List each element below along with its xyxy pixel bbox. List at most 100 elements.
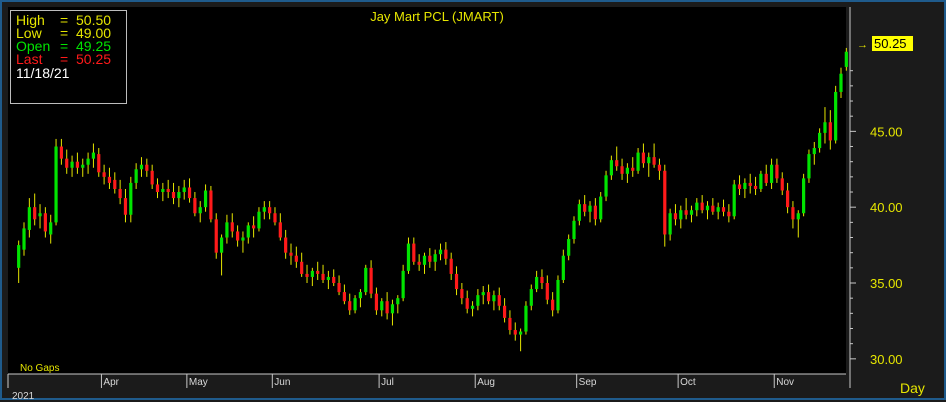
candle-body bbox=[796, 213, 800, 220]
y-tick-label: 35.00 bbox=[870, 276, 903, 291]
candle-body bbox=[422, 255, 427, 265]
candle-body bbox=[107, 176, 112, 183]
candle-body bbox=[785, 190, 790, 208]
candle-body bbox=[145, 164, 149, 171]
candle-body bbox=[599, 196, 603, 220]
candle-body bbox=[369, 267, 373, 294]
x-axis-ticks: Apr May Jun Jul Aug Sep Oct Nov bbox=[100, 374, 794, 388]
candle-body bbox=[49, 222, 53, 235]
candle-body bbox=[262, 207, 266, 212]
candle-body bbox=[839, 73, 843, 92]
candle-body bbox=[663, 170, 667, 235]
candle-body bbox=[284, 237, 288, 253]
candle-body bbox=[406, 243, 411, 271]
x-tick-label: May bbox=[189, 377, 208, 388]
candle-body bbox=[193, 198, 197, 214]
candle-body bbox=[465, 298, 469, 309]
candle-body bbox=[332, 276, 336, 284]
candle-body bbox=[769, 164, 774, 183]
candle-body bbox=[326, 276, 330, 280]
candle-body bbox=[454, 273, 459, 290]
candle bbox=[759, 170, 763, 193]
candle bbox=[802, 173, 806, 217]
info-last-value: 50.25 bbox=[76, 51, 112, 67]
candle-body bbox=[166, 188, 170, 193]
candle bbox=[834, 85, 838, 144]
candle-body bbox=[86, 158, 90, 165]
candle-body bbox=[401, 270, 405, 299]
candle-body bbox=[807, 154, 811, 179]
candle-body bbox=[348, 301, 352, 311]
candle-body bbox=[470, 305, 475, 309]
candle-body bbox=[129, 182, 133, 215]
candle bbox=[599, 192, 603, 223]
candle-body bbox=[700, 202, 704, 211]
candle-body bbox=[81, 164, 85, 168]
x-tick-label: Nov bbox=[776, 377, 794, 388]
candle-body bbox=[615, 160, 619, 167]
candle-body bbox=[828, 122, 832, 141]
candle-body bbox=[753, 185, 758, 189]
candle-body bbox=[171, 192, 176, 199]
candle-body bbox=[812, 148, 816, 155]
candle-body bbox=[764, 173, 768, 183]
candle-body bbox=[225, 222, 229, 238]
candle-body bbox=[118, 188, 122, 199]
candle bbox=[524, 301, 528, 335]
candle-body bbox=[561, 255, 565, 280]
candle-body bbox=[38, 213, 42, 217]
candle-body bbox=[620, 166, 624, 174]
candle-body bbox=[75, 161, 80, 168]
candle-body bbox=[241, 237, 245, 241]
candle-body bbox=[182, 187, 186, 193]
candle-body bbox=[380, 301, 384, 311]
candle-body bbox=[695, 202, 699, 211]
candle-body bbox=[684, 210, 688, 215]
candle-body bbox=[150, 170, 154, 185]
candle-body bbox=[252, 225, 256, 229]
candle-body bbox=[305, 273, 309, 277]
candle-body bbox=[428, 255, 432, 262]
candle-body bbox=[209, 190, 213, 220]
y-tick-label: 40.00 bbox=[870, 200, 903, 215]
candle-body bbox=[780, 178, 784, 191]
candle-body bbox=[214, 219, 218, 253]
candlestick-chart: 30.00 35.00 40.00 45.00 Apr May Jun Jul Aug Sep O… bbox=[7, 7, 925, 402]
price-info-box: High = 50.50 Low = 49.00 Open = 49.25 Last = 50.… bbox=[10, 10, 127, 104]
candle-body bbox=[342, 292, 346, 302]
no-gaps-label: No Gaps bbox=[20, 363, 59, 374]
candle-body bbox=[374, 293, 379, 311]
candle bbox=[807, 149, 811, 183]
candle bbox=[732, 179, 736, 220]
x-tick-label: Sep bbox=[579, 377, 597, 388]
candle-body bbox=[572, 220, 576, 240]
candle-body bbox=[593, 205, 597, 220]
candle-body bbox=[679, 210, 683, 220]
candle-body bbox=[583, 204, 587, 212]
x-tick-label: Aug bbox=[477, 377, 495, 388]
candle-body bbox=[535, 276, 539, 290]
candle-body bbox=[353, 298, 357, 311]
candle-body bbox=[604, 175, 608, 197]
candle-body bbox=[647, 157, 651, 164]
candle-body bbox=[278, 222, 282, 238]
y-tick-label: 45.00 bbox=[870, 124, 903, 139]
candle-body bbox=[417, 261, 421, 265]
candle-body bbox=[588, 205, 592, 212]
candle-body bbox=[17, 245, 21, 268]
candle-body bbox=[246, 225, 250, 238]
candle-body bbox=[657, 164, 662, 171]
candle-body bbox=[113, 179, 117, 189]
period-label[interactable]: Day bbox=[900, 380, 925, 396]
candle-body bbox=[476, 295, 480, 306]
candle-body bbox=[727, 211, 731, 217]
candle-body bbox=[187, 187, 192, 199]
candle-body bbox=[641, 152, 646, 164]
candle-body bbox=[43, 213, 47, 232]
candle-body bbox=[294, 255, 298, 262]
candle-body bbox=[102, 172, 106, 177]
candle-body bbox=[545, 283, 549, 300]
candle-body bbox=[97, 154, 101, 173]
candle-body bbox=[268, 207, 272, 214]
candle-body bbox=[481, 292, 485, 296]
